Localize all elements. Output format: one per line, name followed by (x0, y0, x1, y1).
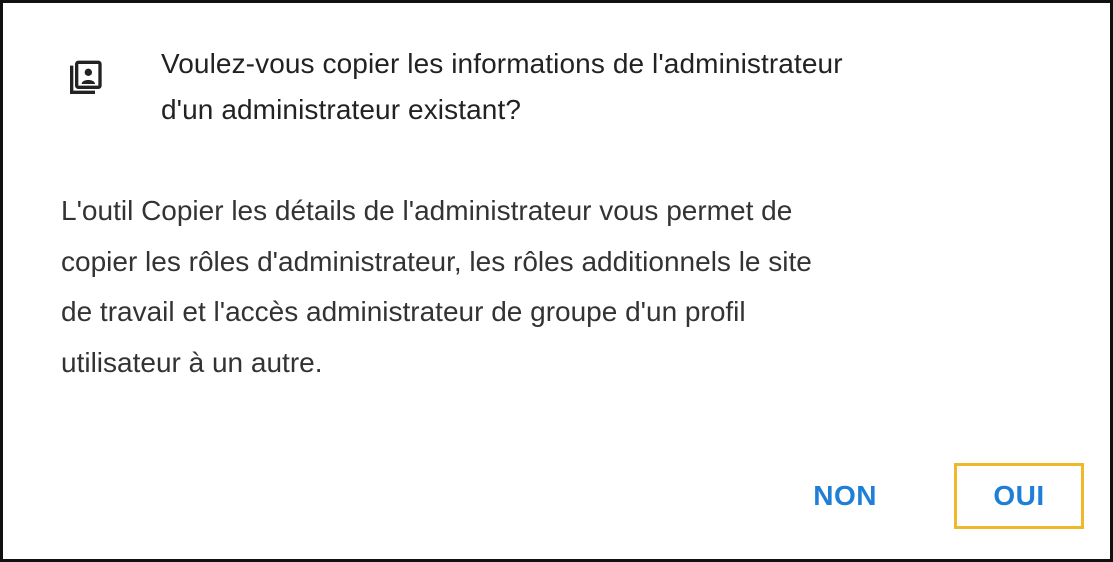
dialog-title-line: d'un administrateur existant? (161, 94, 521, 125)
dialog-body-line: L'outil Copier les détails de l'administ… (61, 195, 793, 226)
dialog-title: Voulez-vous copier les informations de l… (161, 41, 843, 133)
yes-button[interactable]: OUI (954, 463, 1084, 529)
dialog-body-line: de travail et l'accès administrateur de … (61, 296, 746, 327)
copy-profile-icon (65, 59, 105, 99)
dialog-body-line: copier les rôles d'administrateur, les r… (61, 245, 812, 277)
dialog-actions: NON OUI (786, 463, 1084, 529)
dialog-header: Voulez-vous copier les informations de l… (65, 41, 1065, 133)
copy-admin-dialog: Voulez-vous copier les informations de l… (0, 0, 1113, 562)
no-button[interactable]: NON (786, 463, 904, 529)
dialog-title-line: Voulez-vous copier les informations de l… (161, 48, 843, 79)
dialog-body: L'outil Copier les détails de l'administ… (61, 186, 1061, 388)
dialog-body-line: utilisateur à un autre. (61, 346, 323, 378)
